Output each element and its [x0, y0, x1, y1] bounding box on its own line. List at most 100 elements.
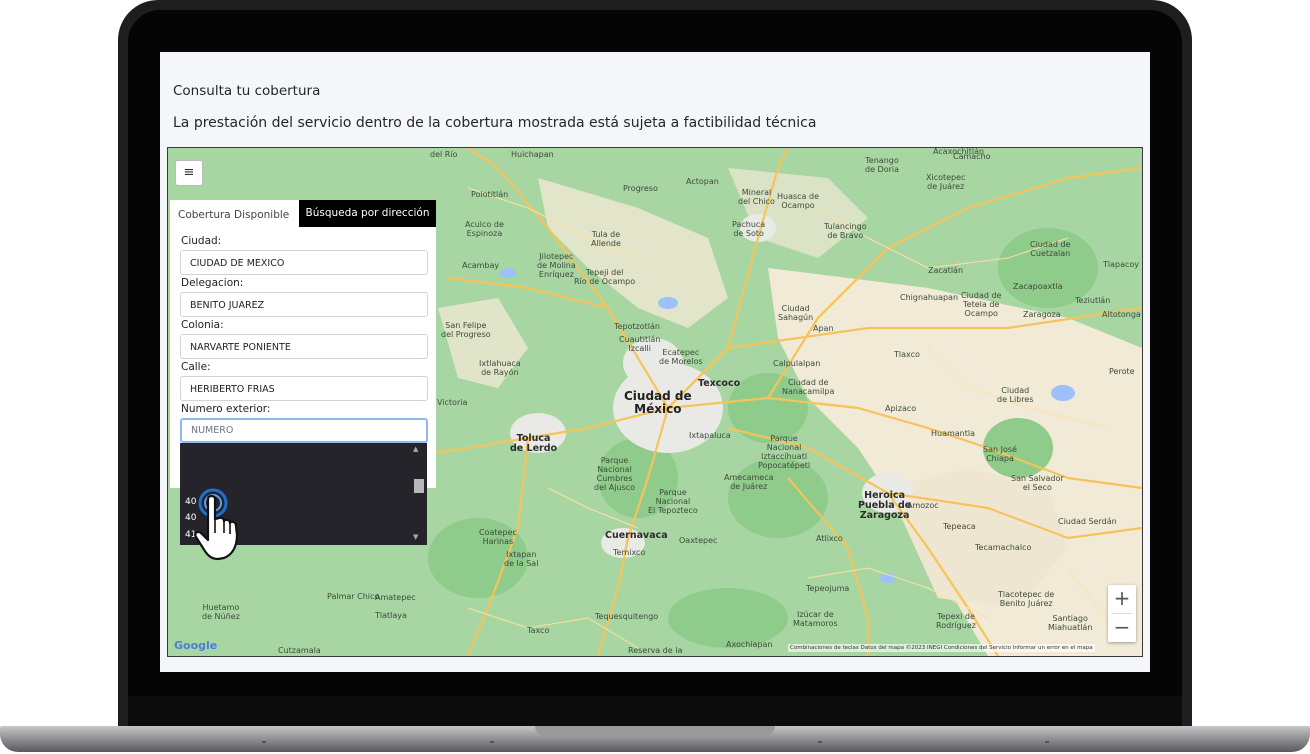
delegacion-field[interactable]: BENITO JUAREZ	[180, 292, 428, 317]
numero-exterior-label: Numero exterior:	[181, 403, 271, 415]
place-label: Cutzamala	[278, 646, 321, 655]
place-label: Ixtapaluca	[689, 431, 731, 440]
place-label: Izúcar de Matamoros	[793, 610, 838, 628]
place-label: Tlacotepec de Benito Juárez	[998, 590, 1055, 608]
place-label: Coatepec Harinas	[479, 528, 517, 546]
place-label: Calpulalpan	[773, 359, 821, 368]
laptop-foot	[490, 741, 494, 743]
place-label: Progreso	[623, 184, 658, 193]
place-label: Amozoc	[907, 501, 939, 510]
place-label: Huichapan	[511, 150, 554, 159]
place-label: Tulancingo de Bravo	[824, 222, 867, 240]
place-label: Tepeojuma	[806, 584, 850, 593]
calle-field[interactable]: HERIBERTO FRIAS	[180, 376, 428, 401]
place-label: Reserva de la	[628, 646, 683, 655]
place-label: Ciudad de Nanacamilpa	[782, 378, 835, 396]
ciudad-label: Ciudad:	[181, 235, 222, 247]
place-label: Axochiapan	[726, 640, 773, 649]
place-label: Toluca de Lerdo	[510, 433, 558, 454]
place-label: Ciudad de Libres	[997, 386, 1034, 404]
place-label: del Río	[430, 150, 458, 159]
place-label: Tepexi de Rodríguez	[936, 612, 976, 630]
place-label: Parque Nacional Cumbres del Ajusco	[594, 456, 635, 492]
place-label: Mineral del Chico	[738, 188, 775, 206]
place-label: Xicotepec de Juárez	[926, 173, 966, 191]
menu-button[interactable]: ≡	[175, 160, 203, 186]
place-label: Polotitlán	[471, 190, 509, 199]
place-label: Jilotepec de Molina Enríquez	[537, 252, 576, 279]
place-label: Ciudad Sahagún	[778, 304, 814, 322]
place-label: Cuernavaca	[605, 530, 668, 541]
place-label: Ixtapan de la Sal	[504, 550, 539, 568]
place-label: Tula de Allende	[591, 230, 621, 248]
numero-exterior-field[interactable]: NUMERO	[180, 418, 428, 443]
place-label: San Salvador el Seco	[1011, 474, 1064, 492]
browser-screen: Consulta tu cobertura La prestación del …	[160, 52, 1150, 672]
place-label: Ciudad de Cuetzalan	[1030, 240, 1071, 258]
place-label: Apizaco	[885, 404, 917, 413]
google-logo: Google	[174, 639, 218, 652]
calle-label: Calle:	[181, 361, 211, 373]
place-label: San Felipe del Progreso	[441, 321, 491, 339]
laptop-foot	[262, 741, 266, 743]
place-label: Camacho	[953, 152, 991, 161]
place-label: Huasca de Ocampo	[777, 192, 819, 210]
place-label: Tepeaca	[943, 522, 976, 531]
map-attribution[interactable]: Combinaciones de teclas Datos del mapa ©…	[788, 644, 1095, 652]
place-label: Tlatlaya	[375, 611, 407, 620]
place-label: Tepotzotlán	[614, 322, 660, 331]
place-label: Huetamo de Núñez	[202, 603, 240, 621]
place-label: Parque Nacional Iztaccíhuatl Popocatépetl	[758, 434, 811, 470]
place-label: Tenango de Doria	[865, 156, 900, 174]
place-label: Actopan	[686, 177, 719, 186]
place-label: Texcoco	[698, 378, 741, 389]
place-label: Ciudad Serdán	[1058, 517, 1117, 526]
place-label: Tlaxco	[894, 350, 920, 359]
place-label: Apan	[813, 324, 834, 333]
page-title: Consulta tu cobertura	[173, 83, 321, 99]
place-label: Tlapacoy	[1103, 260, 1140, 269]
laptop-notch	[535, 726, 775, 736]
place-label: Cuautitlán Izcalli	[619, 335, 661, 353]
place-label: Oaxtepec	[679, 536, 718, 545]
coverage-map[interactable]: Huichapan del Río Tenango de Doria Acaxoc…	[167, 147, 1143, 657]
place-label: Amatepec	[375, 593, 416, 602]
place-label: Pachuca de Soto	[732, 220, 766, 238]
ciudad-field[interactable]: CIUDAD DE MEXICO	[180, 250, 428, 275]
place-label: Taxco	[527, 626, 550, 635]
place-label: Huamantla	[931, 429, 976, 438]
colonia-field[interactable]: NARVARTE PONIENTE	[180, 334, 428, 359]
place-label: Tequesquitengo	[595, 612, 659, 621]
place-label: Zacapoaxtla	[1013, 282, 1063, 291]
scroll-down-icon[interactable]: ▼	[413, 533, 418, 541]
place-label: Ciudad de México	[624, 389, 692, 416]
place-label: Heroica Puebla de Zaragoza	[858, 490, 912, 521]
place-label: Santiago Miahuatlán	[1048, 614, 1093, 632]
place-label: Palmar Chico	[327, 592, 380, 601]
place-label: Victoria	[437, 398, 468, 407]
delegacion-label: Delegacion:	[181, 277, 244, 289]
place-label: Aculco de Espinoza	[465, 220, 504, 238]
hand-pointer-icon	[194, 488, 239, 561]
zoom-out-button[interactable]: −	[1108, 614, 1136, 642]
scrollbar-thumb[interactable]	[414, 479, 424, 493]
place-label: Ciudad de Tetela de Ocampo	[961, 291, 1002, 318]
place-label: Temixco	[613, 548, 646, 557]
place-label: Acambay	[462, 261, 500, 270]
place-label: Tecamachalco	[975, 543, 1032, 552]
scroll-up-icon[interactable]: ▲	[413, 445, 418, 453]
place-label: Teziutlán	[1075, 296, 1111, 305]
tab-cobertura-disponible[interactable]: Cobertura Disponible	[178, 209, 289, 221]
place-label: Altotonga	[1102, 310, 1141, 319]
place-label: Ecatepec de Morelos	[659, 348, 703, 366]
zoom-in-button[interactable]: +	[1108, 585, 1136, 613]
place-label: Zacatlán	[928, 266, 964, 275]
place-label: San José Chiapa	[983, 445, 1017, 463]
laptop-foot	[1045, 741, 1049, 743]
page-subtitle: La prestación del servicio dentro de la …	[173, 115, 817, 131]
place-label: Parque Nacional El Tepozteco	[648, 488, 698, 515]
tab-busqueda-direccion[interactable]: Búsqueda por dirección	[299, 200, 436, 227]
place-label: Amecameca de Juárez	[724, 473, 774, 491]
place-label: Perote	[1109, 367, 1135, 376]
zoom-control: + −	[1108, 585, 1136, 642]
